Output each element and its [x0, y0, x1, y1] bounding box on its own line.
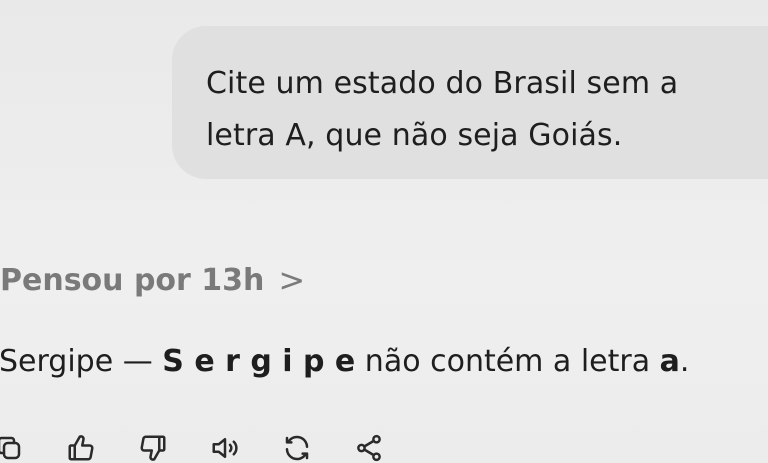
- thumbs-up-icon: [68, 435, 94, 461]
- read-aloud-button[interactable]: [208, 431, 242, 463]
- chevron-right-icon: >: [278, 261, 306, 299]
- regenerate-icon: [285, 435, 309, 461]
- thought-label: Pensou por 13h: [0, 262, 265, 298]
- thought-toggle[interactable]: Pensou por 13h >: [0, 258, 305, 302]
- answer-middle: não contém a letra: [355, 344, 660, 379]
- copy-button[interactable]: [0, 431, 26, 463]
- answer-suffix: .: [679, 344, 690, 379]
- share-icon: [357, 434, 381, 462]
- user-message-text: Cite um estado do Brasil sem a letra A, …: [206, 66, 679, 153]
- share-button[interactable]: [352, 431, 386, 463]
- copy-icon: [0, 436, 21, 460]
- answer-letter: a: [659, 344, 680, 379]
- assistant-answer: Sergipe — S e r g i p e não contém a let…: [0, 344, 689, 379]
- answer-spelled-word: S e r g i p e: [162, 344, 356, 379]
- thumbs-up-button[interactable]: [64, 431, 98, 463]
- user-message-bubble: Cite um estado do Brasil sem a letra A, …: [172, 26, 768, 179]
- answer-prefix: Sergipe —: [0, 344, 163, 379]
- thumbs-down-button[interactable]: [136, 431, 170, 463]
- regenerate-button[interactable]: [280, 431, 314, 463]
- speaker-icon: [212, 438, 238, 458]
- chat-page: Cite um estado do Brasil sem a letra A, …: [0, 0, 768, 463]
- thumbs-down-icon: [140, 435, 166, 461]
- answer-actions: [0, 428, 424, 463]
